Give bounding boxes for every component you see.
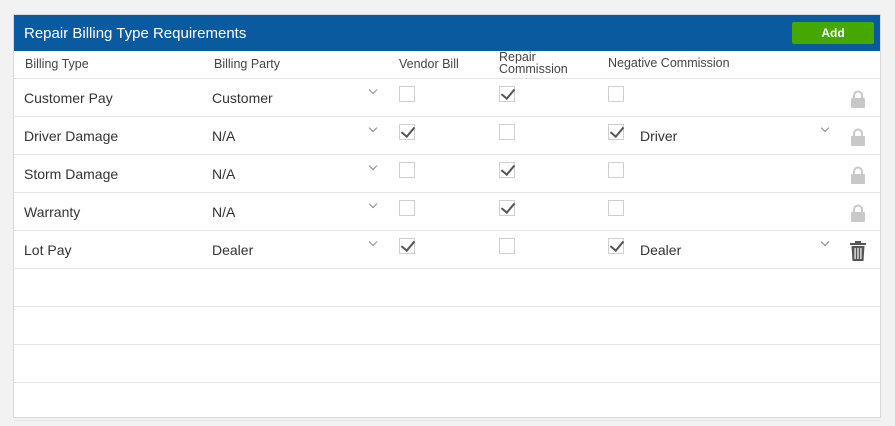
chevron-down-icon[interactable] — [368, 237, 378, 247]
empty-table-row — [14, 269, 880, 307]
vendor-bill-checkbox[interactable] — [399, 162, 415, 178]
lock-icon — [850, 204, 866, 222]
vendor-bill-checkbox[interactable] — [399, 238, 415, 254]
chevron-down-icon[interactable] — [820, 123, 830, 133]
column-header-row: Billing Type Billing Party Vendor Bill R… — [14, 51, 880, 79]
table-row: Lot Pay Dealer Dealer — [14, 231, 880, 269]
negative-commission-checkbox[interactable] — [608, 86, 624, 102]
billing-party-select[interactable]: Dealer — [212, 242, 253, 258]
lock-icon — [850, 90, 866, 108]
column-header-negative-commission: Negative Commission — [608, 56, 730, 70]
chevron-down-icon[interactable] — [368, 199, 378, 209]
repair-commission-checkbox[interactable] — [499, 86, 515, 102]
negative-commission-checkbox[interactable] — [608, 162, 624, 178]
negative-commission-checkbox[interactable] — [608, 200, 624, 216]
repair-commission-checkbox[interactable] — [499, 162, 515, 178]
negative-commission-checkbox[interactable] — [608, 124, 624, 140]
lock-icon — [850, 128, 866, 146]
column-header-repair-commission: Repair Commission — [499, 50, 568, 76]
billing-type-cell: Storm Damage — [24, 166, 119, 182]
negative-commission-checkbox[interactable] — [608, 238, 624, 254]
billing-type-cell: Warranty — [24, 204, 81, 220]
add-button[interactable]: Add — [792, 22, 874, 44]
panel-title: Repair Billing Type Requirements — [24, 25, 247, 42]
repair-billing-panel: Repair Billing Type Requirements Add Bil… — [13, 14, 881, 421]
table-row: Warranty N/A — [14, 193, 880, 231]
column-header-vendor-bill: Vendor Bill — [399, 57, 459, 71]
vendor-bill-checkbox[interactable] — [399, 124, 415, 140]
chevron-down-icon[interactable] — [368, 85, 378, 95]
repair-commission-checkbox[interactable] — [499, 200, 515, 216]
table-body: Customer Pay Customer Driver Damage N/A Driv… — [14, 79, 880, 421]
table-row: Driver Damage N/A Driver — [14, 117, 880, 155]
repair-commission-checkbox[interactable] — [499, 238, 515, 254]
empty-table-row — [14, 345, 880, 383]
panel-header: Repair Billing Type Requirements Add — [14, 15, 880, 51]
billing-type-cell: Customer Pay — [24, 90, 113, 106]
billing-party-select[interactable]: N/A — [212, 204, 235, 220]
chevron-down-icon[interactable] — [368, 161, 378, 171]
lock-icon — [850, 166, 866, 184]
column-header-billing-party: Billing Party — [214, 57, 280, 71]
negative-commission-party-select[interactable]: Dealer — [640, 242, 681, 258]
trash-icon[interactable] — [850, 241, 866, 261]
negative-commission-party-select[interactable]: Driver — [640, 128, 677, 144]
vendor-bill-checkbox[interactable] — [399, 86, 415, 102]
table-row: Storm Damage N/A — [14, 155, 880, 193]
empty-table-row — [14, 307, 880, 345]
table-row: Customer Pay Customer — [14, 79, 880, 117]
billing-type-cell: Driver Damage — [24, 128, 119, 144]
chevron-down-icon[interactable] — [368, 123, 378, 133]
billing-party-select[interactable]: Customer — [212, 90, 273, 106]
billing-type-cell: Lot Pay — [24, 242, 72, 258]
billing-party-select[interactable]: N/A — [212, 128, 235, 144]
vendor-bill-checkbox[interactable] — [399, 200, 415, 216]
chevron-down-icon[interactable] — [820, 237, 830, 247]
column-header-billing-type: Billing Type — [25, 57, 89, 71]
empty-table-row — [14, 383, 880, 421]
billing-party-select[interactable]: N/A — [212, 166, 235, 182]
repair-commission-checkbox[interactable] — [499, 124, 515, 140]
